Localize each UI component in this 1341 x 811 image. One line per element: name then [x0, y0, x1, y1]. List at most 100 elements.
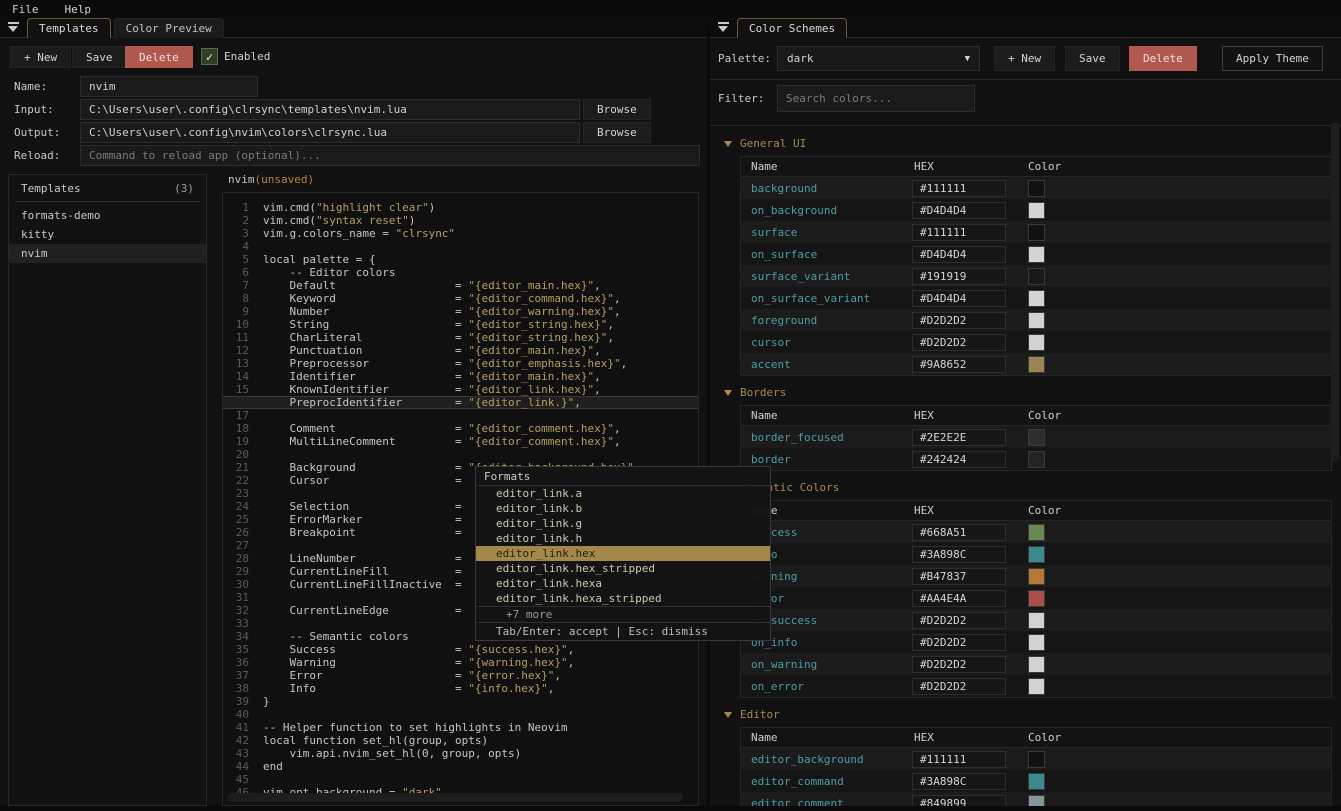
color-swatch[interactable] — [1028, 678, 1045, 695]
template-list-item-kitty[interactable]: kitty — [9, 225, 206, 244]
hex-input[interactable]: #AA4E4A — [912, 590, 1006, 607]
reload-command-field[interactable]: Command to reload app (optional)... — [80, 145, 700, 166]
menu-file[interactable]: File — [12, 3, 39, 16]
popup-item-editor_link.g[interactable]: editor_link.g — [476, 516, 770, 531]
hex-input[interactable]: #111111 — [912, 224, 1006, 241]
color-swatch[interactable] — [1028, 590, 1045, 607]
popup-item-editor_link.hexa_stripped[interactable]: editor_link.hexa_stripped — [476, 591, 770, 606]
code-line[interactable]: 4 — [223, 240, 698, 253]
code-line[interactable]: 44end — [223, 760, 698, 773]
popup-more-item[interactable]: +7 more — [476, 606, 770, 622]
tab-color-schemes[interactable]: Color Schemes — [737, 18, 847, 38]
hex-input[interactable]: #668A51 — [912, 524, 1006, 541]
color-filter-input[interactable]: Search colors... — [777, 85, 975, 112]
color-swatch[interactable] — [1028, 224, 1045, 241]
code-line[interactable]: 38 Info = "{info.hex}", — [223, 682, 698, 695]
color-swatch[interactable] — [1028, 773, 1045, 790]
tab-color-preview[interactable]: Color Preview — [114, 18, 224, 38]
code-line[interactable]: 43 vim.api.nvim_set_hl(0, group, opts) — [223, 747, 698, 760]
hex-input[interactable]: #242424 — [912, 451, 1006, 468]
color-swatch[interactable] — [1028, 334, 1045, 351]
hex-input[interactable]: #D4D4D4 — [912, 246, 1006, 263]
code-line[interactable]: 37 Error = "{error.hex}", — [223, 669, 698, 682]
delete-template-button[interactable]: Delete — [125, 46, 193, 68]
code-line[interactable]: 41-- Helper function to set highlights i… — [223, 721, 698, 734]
delete-palette-button[interactable]: Delete — [1129, 46, 1197, 71]
section-header-borders[interactable]: Borders — [724, 385, 1332, 400]
collapse-panel-icon[interactable] — [8, 21, 19, 33]
section-header-semantic-colors[interactable]: Semantic Colors — [724, 480, 1332, 495]
color-swatch[interactable] — [1028, 612, 1045, 629]
hex-input[interactable]: #3A898C — [912, 546, 1006, 563]
code-line[interactable]: 2vim.cmd("syntax reset") — [223, 214, 698, 227]
browse-output-button[interactable]: Browse — [583, 122, 651, 143]
code-line[interactable]: 39} — [223, 695, 698, 708]
color-swatch[interactable] — [1028, 429, 1045, 446]
hex-input[interactable]: #191919 — [912, 268, 1006, 285]
color-swatch[interactable] — [1028, 246, 1045, 263]
save-template-button[interactable]: Save — [72, 46, 127, 68]
tab-templates[interactable]: Templates — [27, 18, 111, 38]
name-field[interactable]: nvim — [80, 76, 258, 97]
popup-item-editor_link.hex[interactable]: editor_link.hex — [476, 546, 770, 561]
hex-input[interactable]: #2E2E2E — [912, 429, 1006, 446]
code-line[interactable]: 15 KnownIdentifier = "{editor_link.hex}"… — [223, 383, 698, 396]
code-line[interactable]: 35 Success = "{success.hex}", — [223, 643, 698, 656]
color-swatch[interactable] — [1028, 312, 1045, 329]
code-line-current[interactable]: PreprocIdentifier = "{editor_link.}", — [223, 396, 698, 409]
code-line[interactable]: 3vim.g.colors_name = "clrsync" — [223, 227, 698, 240]
code-line[interactable]: 18 Comment = "{editor_comment.hex}", — [223, 422, 698, 435]
code-line[interactable]: 42local function set_hl(group, opts) — [223, 734, 698, 747]
code-line[interactable]: 36 Warning = "{warning.hex}", — [223, 656, 698, 669]
color-swatch[interactable] — [1028, 524, 1045, 541]
code-line[interactable]: 45 — [223, 773, 698, 786]
enabled-checkbox[interactable]: ✓ — [201, 48, 218, 65]
hex-input[interactable]: #D2D2D2 — [912, 678, 1006, 695]
popup-item-editor_link.hex_stripped[interactable]: editor_link.hex_stripped — [476, 561, 770, 576]
hex-input[interactable]: #D2D2D2 — [912, 334, 1006, 351]
color-swatch[interactable] — [1028, 568, 1045, 585]
color-swatch[interactable] — [1028, 290, 1045, 307]
code-line[interactable]: 20 — [223, 448, 698, 461]
hex-input[interactable]: #849899 — [912, 795, 1006, 807]
menu-help[interactable]: Help — [65, 3, 92, 16]
save-palette-button[interactable]: Save — [1065, 46, 1120, 71]
code-line[interactable]: 5local palette = { — [223, 253, 698, 266]
collapse-panel-icon[interactable] — [718, 21, 729, 33]
code-line[interactable]: 7 Default = "{editor_main.hex}", — [223, 279, 698, 292]
browse-input-button[interactable]: Browse — [583, 99, 651, 120]
color-swatch[interactable] — [1028, 202, 1045, 219]
panel-vertical-scrollbar[interactable] — [1331, 122, 1339, 462]
popup-item-editor_link.b[interactable]: editor_link.b — [476, 501, 770, 516]
code-line[interactable]: 11 CharLiteral = "{editor_string.hex}", — [223, 331, 698, 344]
popup-item-editor_link.a[interactable]: editor_link.a — [476, 486, 770, 501]
code-line[interactable]: 9 Number = "{editor_warning.hex}", — [223, 305, 698, 318]
color-swatch[interactable] — [1028, 795, 1045, 807]
hex-input[interactable]: #D4D4D4 — [912, 290, 1006, 307]
color-swatch[interactable] — [1028, 451, 1045, 468]
hex-input[interactable]: #9A8652 — [912, 356, 1006, 373]
hex-input[interactable]: #D2D2D2 — [912, 312, 1006, 329]
popup-item-editor_link.hexa[interactable]: editor_link.hexa — [476, 576, 770, 591]
code-line[interactable]: 12 Punctuation = "{editor_main.hex}", — [223, 344, 698, 357]
template-list-item-nvim[interactable]: nvim — [9, 244, 206, 263]
hex-input[interactable]: #111111 — [912, 751, 1006, 768]
code-line[interactable]: 17 — [223, 409, 698, 422]
new-template-button[interactable]: + New — [10, 46, 71, 68]
color-swatch[interactable] — [1028, 180, 1045, 197]
code-line[interactable]: 13 Preprocessor = "{editor_emphasis.hex}… — [223, 357, 698, 370]
code-line[interactable]: 8 Keyword = "{editor_command.hex}", — [223, 292, 698, 305]
section-header-editor[interactable]: Editor — [724, 707, 1332, 722]
code-line[interactable]: 1vim.cmd("highlight clear") — [223, 201, 698, 214]
section-header-general-ui[interactable]: General UI — [724, 136, 1332, 151]
hex-input[interactable]: #D2D2D2 — [912, 634, 1006, 651]
hex-input[interactable]: #B47837 — [912, 568, 1006, 585]
code-line[interactable]: 6 -- Editor colors — [223, 266, 698, 279]
hex-input[interactable]: #3A898C — [912, 773, 1006, 790]
output-path-field[interactable]: C:\Users\user\.config\nvim\colors\clrsyn… — [80, 122, 580, 143]
code-line[interactable]: 19 MultiLineComment = "{editor_comment.h… — [223, 435, 698, 448]
code-line[interactable]: 40 — [223, 708, 698, 721]
hex-input[interactable]: #D4D4D4 — [912, 202, 1006, 219]
popup-item-editor_link.h[interactable]: editor_link.h — [476, 531, 770, 546]
input-path-field[interactable]: C:\Users\user\.config\clrsync\templates\… — [80, 99, 580, 120]
